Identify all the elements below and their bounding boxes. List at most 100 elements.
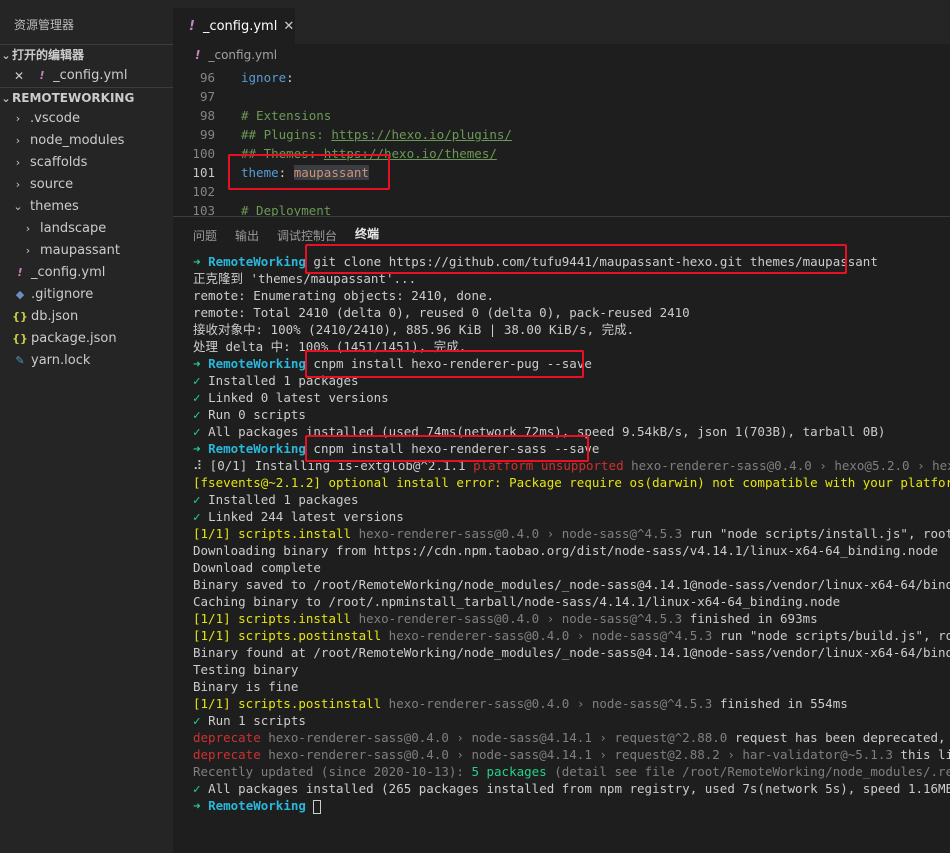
line-content: # Extensions (241, 106, 331, 125)
check-icon: ✓ (193, 390, 209, 405)
terminal[interactable]: ➜ RemoteWorking git clone https://github… (193, 253, 950, 814)
terminal-line: ➜ RemoteWorking (193, 797, 950, 814)
output-text: 接收对象中: 100% (2410/2410), 885.96 KiB | 38… (193, 322, 635, 337)
panel-tab[interactable]: 调试控制台 (277, 227, 337, 244)
check-icon: ✓ (193, 781, 209, 796)
yaml-key: ignore (241, 70, 287, 85)
yaml-comment: # Deployment (241, 203, 332, 216)
tree-item-landscape[interactable]: › landscape (0, 218, 173, 240)
tree-item-source[interactable]: › source (0, 174, 173, 196)
check-icon: ✓ (193, 509, 209, 524)
tree-item-label: node_modules (30, 133, 125, 148)
explorer-sidebar: 资源管理器 ⌄ 打开的编辑器 ✕! _config.yml ⌄ REMOTEWOR… (0, 0, 173, 853)
code-line: 101 theme: maupassant (173, 163, 950, 182)
tree-item-yarn-lock[interactable]: ✎ yarn.lock (0, 350, 173, 372)
panel-tab[interactable]: 问题 (193, 227, 217, 244)
bottom-panel: 问题 输出 调试控制台 终端 ➜ RemoteWorking git clone ht… (173, 216, 950, 853)
prompt-arrow-icon: ➜ (193, 798, 209, 813)
panel-tabs: 问题 输出 调试控制台 终端 (173, 217, 950, 253)
tree-item-label: themes (30, 199, 79, 214)
terminal-line: ✓ Linked 244 latest versions (193, 508, 950, 525)
command-text: git clone https://github.com/tufu9441/ma… (305, 254, 878, 269)
terminal-line: ➜ RemoteWorking git clone https://github… (193, 253, 950, 270)
output-text: Installed 1 packages (208, 373, 359, 388)
package-count: 5 packages (471, 764, 547, 779)
line-content: ## Plugins: https://hexo.io/plugins/ (241, 125, 512, 144)
tree-item-label: source (30, 177, 74, 192)
output-text: Run 0 scripts (208, 407, 306, 422)
yaml-file-icon: ! (17, 266, 23, 279)
output-text: Installed 1 packages (208, 492, 359, 507)
output-text: ⠼ [0/1] Installing is-extglob@^2.1.1 (193, 458, 466, 473)
terminal-line: Binary saved to /root/RemoteWorking/node… (193, 576, 950, 593)
tree-item-gitignore[interactable]: ◆ .gitignore (0, 284, 173, 306)
output-text: run "node scripts/install.js", root: "/r… (689, 526, 950, 541)
tree-item-scaffolds[interactable]: › scaffolds (0, 152, 173, 174)
chevron-right-icon: › (15, 178, 21, 191)
chevron-right-icon: › (15, 112, 21, 125)
close-icon[interactable]: ✕ (14, 65, 24, 87)
terminal-line: ✓ Installed 1 packages (193, 491, 950, 508)
terminal-line: [1/1] scripts.install hexo-renderer-sass… (193, 525, 950, 542)
warning-text: [fsevents@~2.1.2] optional install error… (193, 475, 950, 490)
tab-label: _config.yml (202, 18, 278, 34)
dependency-path: hexo-renderer-sass@0.4.0 › node-sass@^4.… (351, 611, 683, 626)
tree-item-maupassant[interactable]: › maupassant (0, 240, 173, 262)
deprecate-tag: deprecate (193, 730, 261, 745)
line-number: 99 (199, 127, 215, 142)
open-editor-item[interactable]: ✕! _config.yml (0, 65, 173, 87)
deprecate-tag: deprecate (193, 747, 261, 762)
check-icon: ✓ (193, 713, 209, 728)
comment-link[interactable]: https://hexo.io/plugins/ (331, 127, 512, 142)
chevron-down-icon: ⌄ (1, 48, 11, 62)
terminal-line: deprecate hexo-renderer-sass@0.4.0 › nod… (193, 746, 950, 763)
yaml-value: maupassant (293, 165, 369, 180)
yaml-key: theme (241, 165, 279, 180)
dependency-path: hexo-renderer-sass@0.4.0 › node-sass@^4.… (381, 696, 713, 711)
line-number: 100 (192, 146, 215, 161)
check-icon: ✓ (193, 424, 209, 439)
tree-item-package-json[interactable]: {} package.json (0, 328, 173, 350)
command-text: cnpm install hexo-renderer-pug --save (305, 356, 592, 371)
breadcrumb-file: _config.yml (208, 48, 278, 62)
open-editors-section[interactable]: ⌄ 打开的编辑器 (0, 44, 173, 65)
tree-item-config-yml[interactable]: ! _config.yml (0, 262, 173, 284)
tree-item-node-modules[interactable]: › node_modules (0, 130, 173, 152)
platform-warning: platform unsupported (465, 458, 624, 473)
check-icon: ✓ (193, 407, 209, 422)
yaml-comment: ## Themes: (241, 146, 324, 161)
output-text: Binary found at /root/RemoteWorking/node… (193, 645, 950, 660)
code-line: 99 ## Plugins: https://hexo.io/plugins/ (173, 125, 950, 144)
tree-item-vscode[interactable]: › .vscode (0, 108, 173, 130)
close-icon[interactable]: ✕ (283, 19, 294, 34)
panel-tab[interactable]: 终端 (355, 225, 380, 245)
open-editors-list: ✕! _config.yml (0, 65, 173, 87)
panel-tab[interactable]: 输出 (235, 227, 259, 244)
yaml-separator: : (278, 165, 294, 180)
prompt-arrow-icon: ➜ (193, 356, 209, 371)
comment-link[interactable]: https://hexo.io/themes/ (324, 146, 497, 161)
code-line: 97 (173, 87, 950, 106)
terminal-line: Binary is fine (193, 678, 950, 695)
open-editors-label: 打开的编辑器 (12, 47, 85, 62)
output-text: request has been deprecated, see htt (734, 730, 946, 745)
line-number: 96 (199, 70, 215, 85)
workspace-label: REMOTEWORKING (12, 90, 135, 105)
tree-item-db-json[interactable]: {} db.json (0, 306, 173, 328)
tree-item-themes[interactable]: ⌄ themes (0, 196, 173, 218)
tab-config-yml[interactable]: ! _config.yml ✕ (173, 8, 295, 44)
terminal-line: ⠼ [0/1] Installing is-extglob@^2.1.1 pla… (193, 457, 950, 474)
terminal-line: Recently updated (since 2020-10-13): 5 p… (193, 763, 950, 780)
terminal-line: ✓ Linked 0 latest versions (193, 389, 950, 406)
tree-item-label: package.json (31, 331, 117, 346)
breadcrumb[interactable]: ! _config.yml (173, 44, 950, 66)
check-icon: ✓ (193, 492, 209, 507)
workspace-section[interactable]: ⌄ REMOTEWORKING (0, 87, 173, 108)
tree-item-label: _config.yml (31, 265, 106, 280)
terminal-line: ✓ All packages installed (used 74ms(netw… (193, 423, 950, 440)
prompt-user: RemoteWorking (208, 254, 306, 269)
prompt-arrow-icon: ➜ (193, 254, 209, 269)
dependency-path: hexo-renderer-sass@0.4.0 › node-sass@^4.… (381, 628, 713, 643)
code-editor[interactable]: 96 ignore: 97 98 # Extensions 99 ## Plugins: h… (173, 68, 950, 216)
output-text: Run 1 scripts (208, 713, 306, 728)
